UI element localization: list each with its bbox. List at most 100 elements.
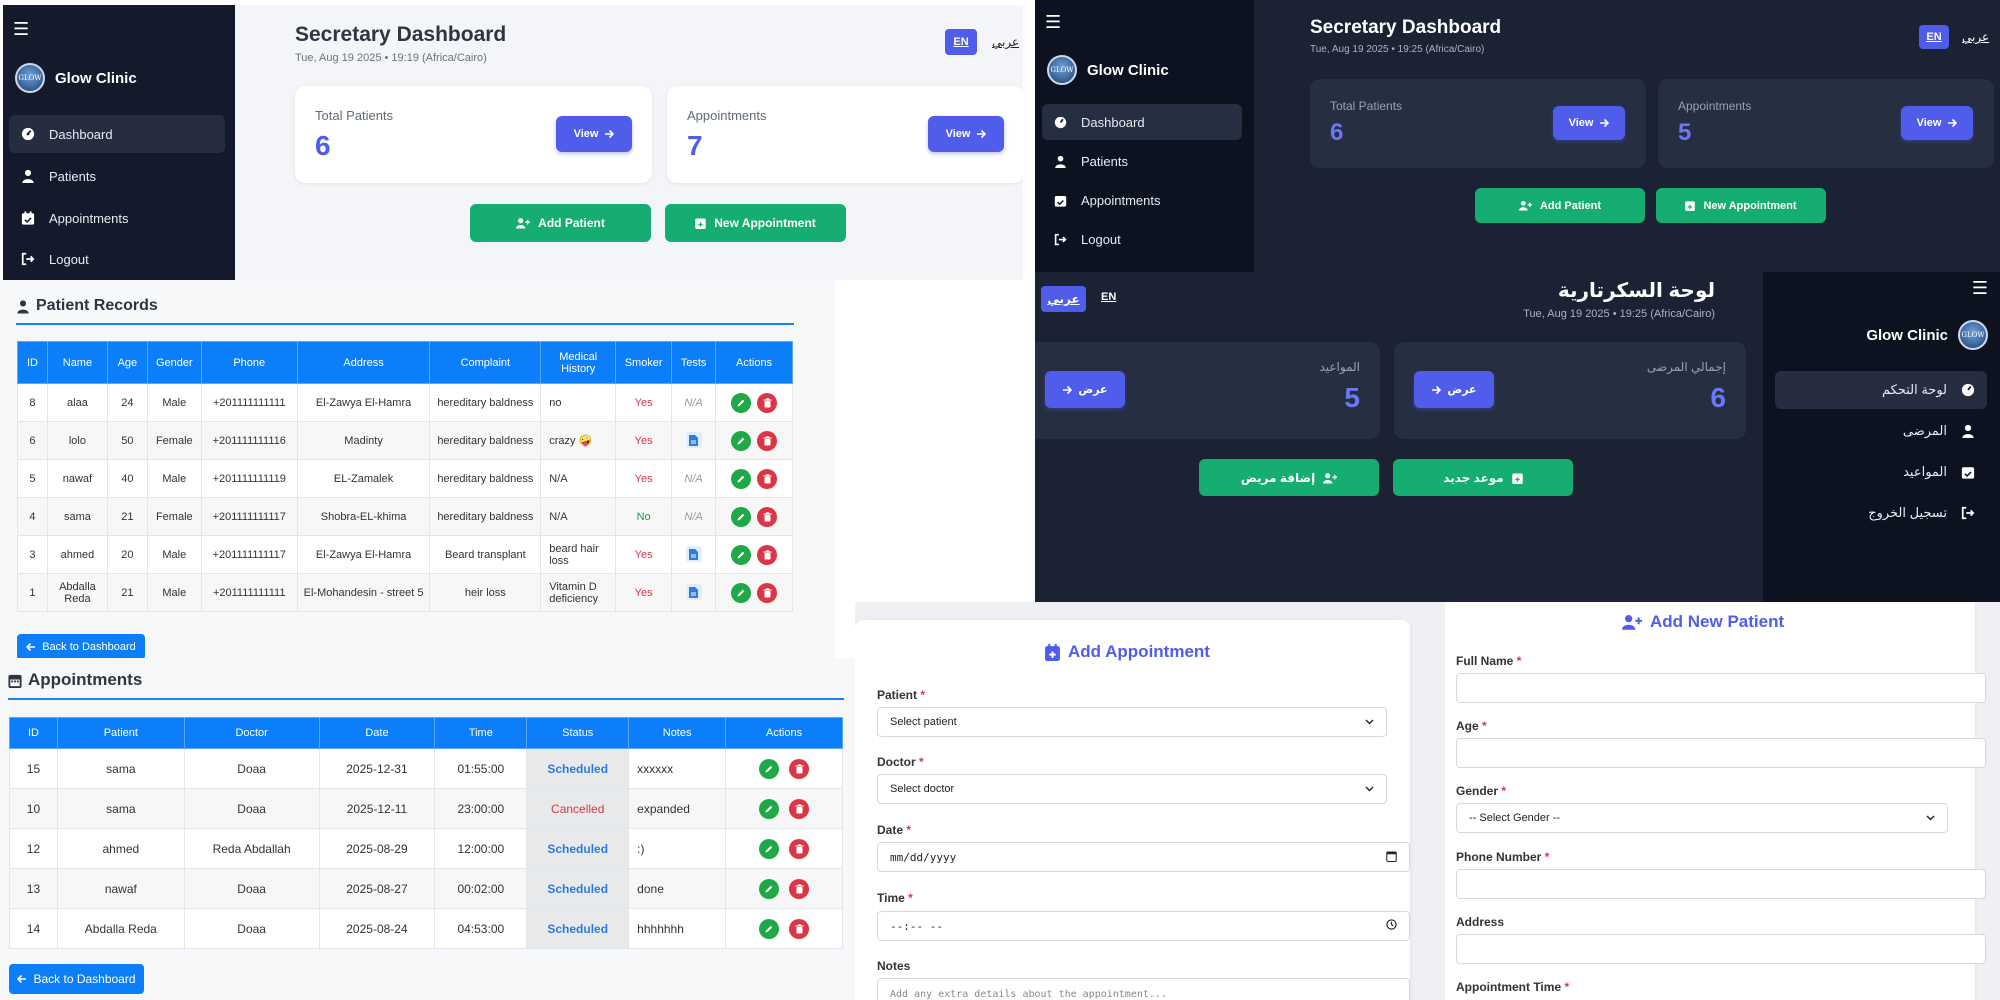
view-patients-button[interactable]: عرض xyxy=(1414,371,1494,408)
age-input[interactable] xyxy=(1456,738,1986,768)
add-patient-button[interactable]: Add Patient xyxy=(470,204,651,242)
time-input[interactable]: --:-- -- xyxy=(877,911,1410,941)
nav-item-appointments[interactable]: Appointments xyxy=(1042,182,1242,218)
add-patient-button[interactable]: Add Patient xyxy=(1475,188,1645,223)
column-header[interactable]: Doctor xyxy=(183,717,320,749)
file-icon[interactable] xyxy=(685,584,702,601)
lang-en-button[interactable]: EN xyxy=(945,29,977,55)
nav-item-patients[interactable]: المرضى xyxy=(1775,412,1987,450)
file-icon[interactable] xyxy=(685,546,702,563)
menu-toggle-icon[interactable]: ☰ xyxy=(13,19,29,40)
notes-textarea[interactable]: Add any extra details about the appointm… xyxy=(877,978,1410,1000)
column-header[interactable]: Name xyxy=(46,341,108,384)
delete-trash-icon[interactable] xyxy=(757,468,778,489)
nav-item-appointments[interactable]: المواعيد xyxy=(1775,453,1987,491)
lang-ar-link[interactable]: عربي xyxy=(992,35,1019,49)
view-patients-button[interactable]: View xyxy=(556,116,632,152)
edit-pencil-icon[interactable] xyxy=(759,918,780,939)
brand[interactable]: GLOW Glow Clinic xyxy=(1047,55,1169,85)
date-input[interactable]: mm/dd/yyyy xyxy=(877,842,1410,872)
nav-item-dashboard[interactable]: لوحة التحكم xyxy=(1775,371,1987,409)
nav-item-logout[interactable]: Logout xyxy=(1042,221,1242,257)
brand[interactable]: GLOW Glow Clinic xyxy=(15,63,137,93)
nav-item-dashboard[interactable]: Dashboard xyxy=(9,115,225,153)
full-name-input[interactable] xyxy=(1456,673,1986,703)
column-header[interactable]: Notes xyxy=(628,717,727,749)
column-header[interactable]: Actions xyxy=(715,341,793,384)
patient-label: Patient * xyxy=(877,688,925,702)
column-header[interactable]: Age xyxy=(106,341,148,384)
calendar-icon[interactable] xyxy=(1386,850,1397,865)
column-header[interactable]: Tests xyxy=(671,341,717,384)
brand[interactable]: Glow Clinic GLOW xyxy=(1866,320,1988,350)
menu-toggle-icon[interactable]: ☰ xyxy=(1045,12,1061,33)
edit-pencil-icon[interactable] xyxy=(731,430,752,451)
column-header[interactable]: Phone xyxy=(200,341,298,384)
lang-en-button[interactable]: EN xyxy=(1919,25,1949,49)
column-header[interactable]: Smoker xyxy=(615,341,673,384)
delete-trash-icon[interactable] xyxy=(757,582,778,603)
view-appointments-button[interactable]: View xyxy=(1901,106,1973,140)
edit-pencil-icon[interactable] xyxy=(759,758,780,779)
edit-pencil-icon[interactable] xyxy=(759,798,780,819)
age-label: Age * xyxy=(1456,719,1487,733)
column-header[interactable]: ID xyxy=(17,341,48,384)
file-icon[interactable] xyxy=(685,432,702,449)
column-header[interactable]: Date xyxy=(318,717,436,749)
doctor-select[interactable]: Select doctor xyxy=(877,774,1387,804)
delete-trash-icon[interactable] xyxy=(757,392,778,413)
lang-en-link[interactable]: EN xyxy=(1101,291,1116,303)
view-appointments-button[interactable]: عرض xyxy=(1045,371,1125,408)
view-patients-button[interactable]: View xyxy=(1553,106,1625,140)
nav-label: Patients xyxy=(49,168,96,184)
column-header[interactable]: Address xyxy=(296,341,431,384)
delete-trash-icon[interactable] xyxy=(789,918,810,939)
edit-pencil-icon[interactable] xyxy=(759,838,780,859)
patient-select[interactable]: Select patient xyxy=(877,707,1387,737)
cell-complaint: hereditary baldness xyxy=(429,421,542,460)
column-header[interactable]: Gender xyxy=(146,341,202,384)
column-header[interactable]: Time xyxy=(434,717,528,749)
edit-pencil-icon[interactable] xyxy=(731,468,752,489)
column-header[interactable]: Medical History xyxy=(540,341,617,384)
new-appointment-button[interactable]: موعد جديد xyxy=(1393,459,1573,496)
edit-pencil-icon[interactable] xyxy=(731,506,752,527)
column-header[interactable]: Status xyxy=(526,717,630,749)
nav-item-logout[interactable]: تسجيل الخروج xyxy=(1775,494,1987,532)
nav-item-appointments[interactable]: Appointments xyxy=(9,199,225,237)
cell-history: N/A xyxy=(540,459,617,498)
cell-patient: sama xyxy=(56,788,185,829)
phone-input[interactable] xyxy=(1456,869,1986,899)
add-patient-button[interactable]: إضافة مريض xyxy=(1199,459,1379,496)
nav-item-logout[interactable]: Logout xyxy=(9,240,225,278)
address-input[interactable] xyxy=(1456,934,1986,964)
view-appointments-button[interactable]: View xyxy=(928,116,1004,152)
column-header[interactable]: ID xyxy=(9,717,58,749)
new-appointment-button[interactable]: New Appointment xyxy=(665,204,846,242)
clock-icon[interactable] xyxy=(1386,919,1397,933)
menu-toggle-icon[interactable]: ☰ xyxy=(1972,278,1988,299)
delete-trash-icon[interactable] xyxy=(757,544,778,565)
nav-item-patients[interactable]: Patients xyxy=(9,157,225,195)
delete-trash-icon[interactable] xyxy=(757,506,778,527)
nav-item-patients[interactable]: Patients xyxy=(1042,143,1242,179)
column-header[interactable]: Actions xyxy=(725,717,843,749)
delete-trash-icon[interactable] xyxy=(789,758,810,779)
edit-pencil-icon[interactable] xyxy=(731,544,752,565)
lang-ar-button[interactable]: عربي xyxy=(1041,286,1086,312)
column-header[interactable]: Complaint xyxy=(429,341,542,384)
column-header[interactable]: Patient xyxy=(56,717,185,749)
back-to-dashboard-button[interactable]: Back to Dashboard xyxy=(17,634,145,658)
delete-trash-icon[interactable] xyxy=(789,798,810,819)
delete-trash-icon[interactable] xyxy=(789,838,810,859)
back-to-dashboard-button[interactable]: Back to Dashboard xyxy=(9,964,144,994)
nav-item-dashboard[interactable]: Dashboard xyxy=(1042,104,1242,140)
edit-pencil-icon[interactable] xyxy=(731,582,752,603)
gender-select[interactable]: -- Select Gender -- xyxy=(1456,803,1948,833)
lang-ar-link[interactable]: عربي xyxy=(1962,30,1989,44)
delete-trash-icon[interactable] xyxy=(757,430,778,451)
edit-pencil-icon[interactable] xyxy=(731,392,752,413)
delete-trash-icon[interactable] xyxy=(789,878,810,899)
edit-pencil-icon[interactable] xyxy=(759,878,780,899)
new-appointment-button[interactable]: New Appointment xyxy=(1656,188,1826,223)
